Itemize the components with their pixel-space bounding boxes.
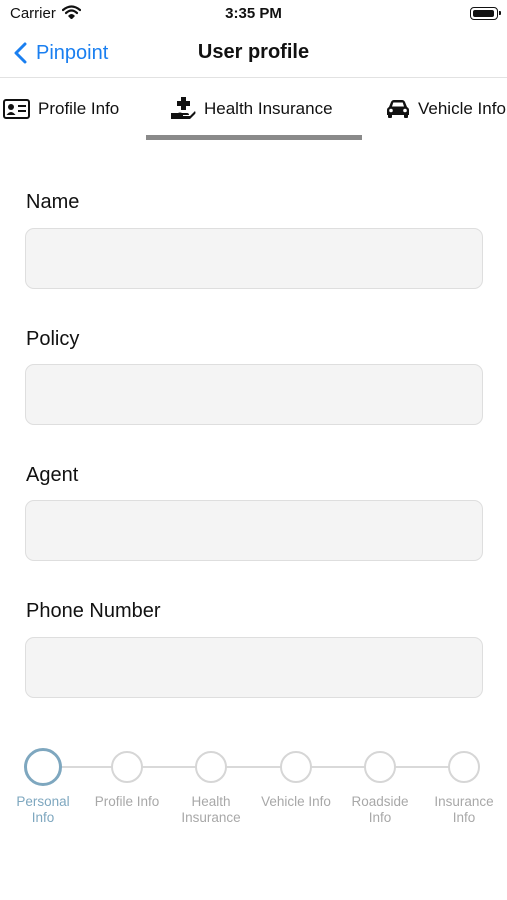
page-title: User profile: [197, 41, 310, 63]
step-label: Personal Info: [16, 794, 70, 825]
step-roadside-info[interactable]: Roadside Info: [335, 748, 425, 826]
tab-vehicle-info[interactable]: Vehicle Info: [386, 79, 506, 139]
step-circle: [195, 751, 227, 783]
status-time: 3:35 PM: [225, 5, 282, 22]
name-input[interactable]: [25, 228, 483, 289]
tab-bar: Profile Info Health Insurance Vehicle In…: [0, 79, 507, 141]
step-label: Roadside Info: [351, 794, 409, 825]
step-circle: [24, 748, 62, 786]
car-icon: [387, 100, 409, 118]
phone-number-label: Phone Number: [26, 600, 161, 622]
step-label: Profile Info: [94, 794, 160, 809]
step-vehicle-info[interactable]: Vehicle Info: [251, 748, 341, 810]
step-insurance-info[interactable]: Insurance Info: [419, 748, 507, 826]
step-circle: [111, 751, 143, 783]
battery-icon: [470, 7, 501, 20]
status-bar: Carrier 3:35 PM: [0, 0, 507, 28]
selected-tab-indicator: [146, 135, 362, 140]
step-profile-info[interactable]: Profile Info: [82, 748, 172, 810]
phone-number-input[interactable]: [25, 637, 483, 698]
step-personal-info[interactable]: Personal Info: [0, 748, 88, 826]
agent-label: Agent: [26, 464, 79, 486]
agent-input[interactable]: [25, 500, 483, 561]
name-label: Name: [26, 191, 80, 213]
step-circle: [280, 751, 312, 783]
step-label: Health Insurance: [181, 794, 241, 825]
policy-label: Policy: [26, 328, 80, 350]
progress-stepper: Personal Info Profile Info Health Insura…: [0, 748, 507, 828]
navigation-bar: Pinpoint User profile: [0, 28, 507, 78]
step-circle: [448, 751, 480, 783]
policy-input[interactable]: [25, 364, 483, 425]
tab-profile-info[interactable]: Profile Info: [3, 79, 119, 139]
hand-medical-icon: [171, 97, 196, 119]
step-health-insurance[interactable]: Health Insurance: [166, 748, 256, 826]
step-label: Vehicle Info: [261, 794, 331, 809]
tab-health-insurance[interactable]: Health Insurance: [170, 79, 333, 139]
step-label: Insurance Info: [434, 794, 494, 825]
tab-label: Profile Info: [38, 99, 120, 118]
step-circle: [364, 751, 396, 783]
tab-label: Health Insurance: [204, 99, 333, 118]
tab-label: Vehicle Info: [418, 99, 506, 118]
id-card-icon: [3, 99, 30, 119]
